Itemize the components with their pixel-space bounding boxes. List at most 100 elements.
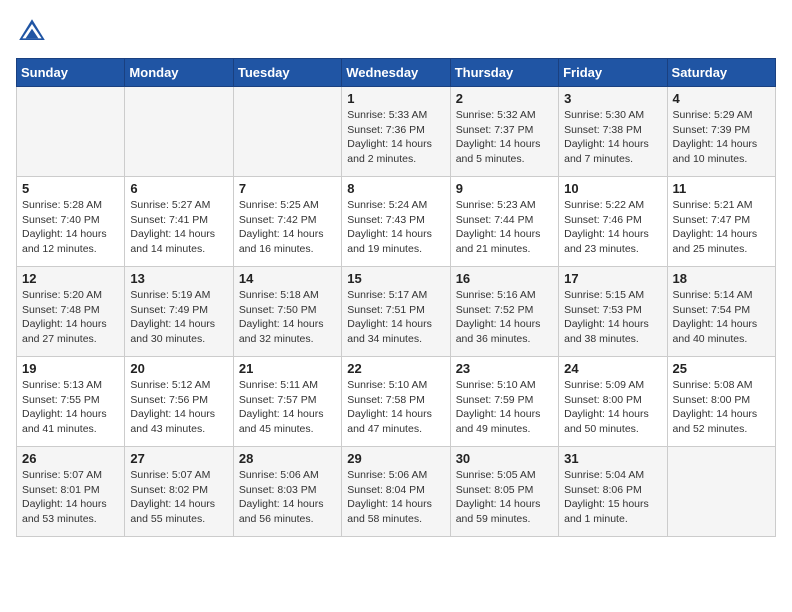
day-info: Sunrise: 5:07 AM Sunset: 8:01 PM Dayligh… (22, 468, 119, 527)
calendar-cell: 21 Sunrise: 5:11 AM Sunset: 7:57 PM Dayli… (233, 357, 341, 447)
column-header-tuesday: Tuesday (233, 59, 341, 87)
calendar-table: SundayMondayTuesdayWednesdayThursdayFrid… (16, 58, 776, 537)
day-info: Sunrise: 5:13 AM Sunset: 7:55 PM Dayligh… (22, 378, 119, 437)
calendar-cell: 22 Sunrise: 5:10 AM Sunset: 7:58 PM Dayli… (342, 357, 450, 447)
calendar-cell: 9 Sunrise: 5:23 AM Sunset: 7:44 PM Daylig… (450, 177, 558, 267)
calendar-cell: 7 Sunrise: 5:25 AM Sunset: 7:42 PM Daylig… (233, 177, 341, 267)
header-row: SundayMondayTuesdayWednesdayThursdayFrid… (17, 59, 776, 87)
day-info: Sunrise: 5:25 AM Sunset: 7:42 PM Dayligh… (239, 198, 336, 257)
calendar-cell (667, 447, 775, 537)
day-info: Sunrise: 5:24 AM Sunset: 7:43 PM Dayligh… (347, 198, 444, 257)
day-number: 9 (456, 181, 553, 196)
logo (16, 16, 52, 48)
calendar-cell: 25Sunrise: 5:08 AM Sunset: 8:00 PM Dayli… (667, 357, 775, 447)
calendar-cell: 20 Sunrise: 5:12 AM Sunset: 7:56 PM Dayli… (125, 357, 233, 447)
day-number: 15 (347, 271, 444, 286)
calendar-cell: 13 Sunrise: 5:19 AM Sunset: 7:49 PM Dayli… (125, 267, 233, 357)
day-number: 1 (347, 91, 444, 106)
calendar-cell: 8 Sunrise: 5:24 AM Sunset: 7:43 PM Daylig… (342, 177, 450, 267)
day-number: 31 (564, 451, 661, 466)
day-info: Sunrise: 5:28 AM Sunset: 7:40 PM Dayligh… (22, 198, 119, 257)
day-info: Sunrise: 5:23 AM Sunset: 7:44 PM Dayligh… (456, 198, 553, 257)
day-number: 12 (22, 271, 119, 286)
day-info: Sunrise: 5:19 AM Sunset: 7:49 PM Dayligh… (130, 288, 227, 347)
column-header-saturday: Saturday (667, 59, 775, 87)
day-info: Sunrise: 5:15 AM Sunset: 7:53 PM Dayligh… (564, 288, 661, 347)
day-number: 18 (673, 271, 770, 286)
day-info: Sunrise: 5:07 AM Sunset: 8:02 PM Dayligh… (130, 468, 227, 527)
calendar-week-4: 19Sunrise: 5:13 AM Sunset: 7:55 PM Dayli… (17, 357, 776, 447)
day-info: Sunrise: 5:20 AM Sunset: 7:48 PM Dayligh… (22, 288, 119, 347)
calendar-cell: 11 Sunrise: 5:21 AM Sunset: 7:47 PM Dayli… (667, 177, 775, 267)
calendar-cell: 6 Sunrise: 5:27 AM Sunset: 7:41 PM Daylig… (125, 177, 233, 267)
calendar-cell (125, 87, 233, 177)
day-info: Sunrise: 5:17 AM Sunset: 7:51 PM Dayligh… (347, 288, 444, 347)
day-number: 8 (347, 181, 444, 196)
day-info: Sunrise: 5:29 AM Sunset: 7:39 PM Dayligh… (673, 108, 770, 167)
day-info: Sunrise: 5:10 AM Sunset: 7:59 PM Dayligh… (456, 378, 553, 437)
day-number: 26 (22, 451, 119, 466)
day-number: 29 (347, 451, 444, 466)
day-number: 30 (456, 451, 553, 466)
calendar-cell: 28 Sunrise: 5:06 AM Sunset: 8:03 PM Dayli… (233, 447, 341, 537)
day-number: 11 (673, 181, 770, 196)
calendar-cell: 10 Sunrise: 5:22 AM Sunset: 7:46 PM Dayli… (559, 177, 667, 267)
day-info: Sunrise: 5:12 AM Sunset: 7:56 PM Dayligh… (130, 378, 227, 437)
column-header-wednesday: Wednesday (342, 59, 450, 87)
day-number: 24 (564, 361, 661, 376)
day-info: Sunrise: 5:32 AM Sunset: 7:37 PM Dayligh… (456, 108, 553, 167)
page-header (16, 16, 776, 48)
calendar-week-5: 26 Sunrise: 5:07 AM Sunset: 8:01 PM Dayli… (17, 447, 776, 537)
day-number: 14 (239, 271, 336, 286)
day-info: Sunrise: 5:22 AM Sunset: 7:46 PM Dayligh… (564, 198, 661, 257)
calendar-cell: 23 Sunrise: 5:10 AM Sunset: 7:59 PM Dayli… (450, 357, 558, 447)
day-number: 3 (564, 91, 661, 106)
calendar-body: 1 Sunrise: 5:33 AM Sunset: 7:36 PM Daylig… (17, 87, 776, 537)
calendar-cell: 12 Sunrise: 5:20 AM Sunset: 7:48 PM Dayli… (17, 267, 125, 357)
day-number: 6 (130, 181, 227, 196)
day-number: 7 (239, 181, 336, 196)
calendar-cell: 15 Sunrise: 5:17 AM Sunset: 7:51 PM Dayli… (342, 267, 450, 357)
logo-icon (16, 16, 48, 48)
day-info: Sunrise: 5:09 AM Sunset: 8:00 PM Dayligh… (564, 378, 661, 437)
calendar-cell: 14Sunrise: 5:18 AM Sunset: 7:50 PM Dayli… (233, 267, 341, 357)
column-header-thursday: Thursday (450, 59, 558, 87)
day-number: 28 (239, 451, 336, 466)
column-header-friday: Friday (559, 59, 667, 87)
calendar-cell: 31 Sunrise: 5:04 AM Sunset: 8:06 PM Dayli… (559, 447, 667, 537)
day-number: 21 (239, 361, 336, 376)
day-info: Sunrise: 5:33 AM Sunset: 7:36 PM Dayligh… (347, 108, 444, 167)
calendar-cell: 5 Sunrise: 5:28 AM Sunset: 7:40 PM Daylig… (17, 177, 125, 267)
day-info: Sunrise: 5:11 AM Sunset: 7:57 PM Dayligh… (239, 378, 336, 437)
calendar-cell: 3Sunrise: 5:30 AM Sunset: 7:38 PM Daylig… (559, 87, 667, 177)
day-info: Sunrise: 5:06 AM Sunset: 8:03 PM Dayligh… (239, 468, 336, 527)
day-info: Sunrise: 5:06 AM Sunset: 8:04 PM Dayligh… (347, 468, 444, 527)
calendar-cell: 26 Sunrise: 5:07 AM Sunset: 8:01 PM Dayli… (17, 447, 125, 537)
calendar-cell (17, 87, 125, 177)
day-info: Sunrise: 5:27 AM Sunset: 7:41 PM Dayligh… (130, 198, 227, 257)
column-header-monday: Monday (125, 59, 233, 87)
calendar-cell: 19Sunrise: 5:13 AM Sunset: 7:55 PM Dayli… (17, 357, 125, 447)
day-number: 10 (564, 181, 661, 196)
day-info: Sunrise: 5:05 AM Sunset: 8:05 PM Dayligh… (456, 468, 553, 527)
day-number: 22 (347, 361, 444, 376)
day-number: 13 (130, 271, 227, 286)
day-number: 2 (456, 91, 553, 106)
day-info: Sunrise: 5:21 AM Sunset: 7:47 PM Dayligh… (673, 198, 770, 257)
day-number: 16 (456, 271, 553, 286)
calendar-cell: 27 Sunrise: 5:07 AM Sunset: 8:02 PM Dayli… (125, 447, 233, 537)
day-info: Sunrise: 5:04 AM Sunset: 8:06 PM Dayligh… (564, 468, 661, 527)
day-number: 25 (673, 361, 770, 376)
day-info: Sunrise: 5:10 AM Sunset: 7:58 PM Dayligh… (347, 378, 444, 437)
day-number: 23 (456, 361, 553, 376)
day-number: 27 (130, 451, 227, 466)
calendar-cell: 24 Sunrise: 5:09 AM Sunset: 8:00 PM Dayli… (559, 357, 667, 447)
calendar-cell: 4Sunrise: 5:29 AM Sunset: 7:39 PM Daylig… (667, 87, 775, 177)
day-number: 20 (130, 361, 227, 376)
day-number: 5 (22, 181, 119, 196)
calendar-cell: 18Sunrise: 5:14 AM Sunset: 7:54 PM Dayli… (667, 267, 775, 357)
calendar-week-2: 5 Sunrise: 5:28 AM Sunset: 7:40 PM Daylig… (17, 177, 776, 267)
calendar-cell: 17Sunrise: 5:15 AM Sunset: 7:53 PM Dayli… (559, 267, 667, 357)
calendar-week-3: 12 Sunrise: 5:20 AM Sunset: 7:48 PM Dayli… (17, 267, 776, 357)
column-header-sunday: Sunday (17, 59, 125, 87)
